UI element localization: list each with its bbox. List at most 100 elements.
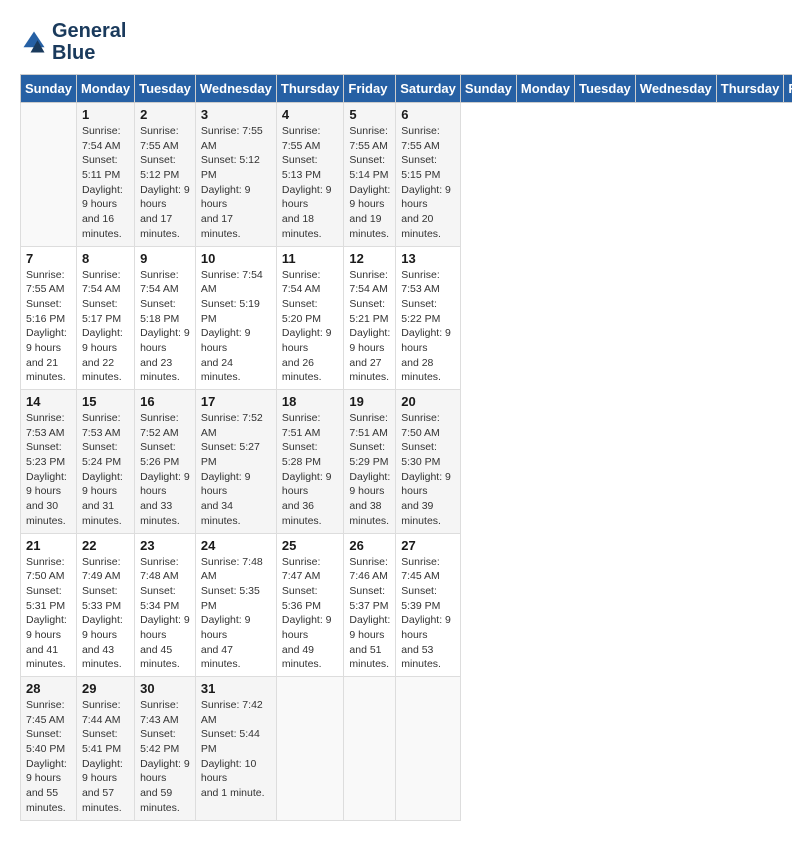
header-friday: Friday (784, 75, 792, 103)
day-number: 6 (401, 107, 455, 122)
day-number: 28 (26, 681, 71, 696)
logo-icon (20, 28, 48, 56)
calendar-cell: 25 Sunrise: 7:47 AMSunset: 5:36 PMDayligh… (276, 533, 344, 677)
day-number: 4 (282, 107, 339, 122)
calendar-week-row: 7Sunrise: 7:55 AMSunset: 5:16 PMDaylight… (21, 246, 792, 390)
calendar-cell: 19 Sunrise: 7:51 AMSunset: 5:29 PMDayligh… (344, 390, 396, 534)
day-info: Sunrise: 7:43 AMSunset: 5:42 PMDaylight:… (140, 698, 190, 816)
day-info: Sunrise: 7:52 AMSunset: 5:26 PMDaylight:… (140, 411, 190, 529)
day-info: Sunrise: 7:44 AMSunset: 5:41 PMDaylight:… (82, 698, 129, 816)
day-info: Sunrise: 7:55 AMSunset: 5:14 PMDaylight:… (349, 124, 390, 242)
header-thursday: Thursday (716, 75, 784, 103)
day-number: 22 (82, 538, 129, 553)
day-number: 19 (349, 394, 390, 409)
day-info: Sunrise: 7:47 AMSunset: 5:36 PMDaylight:… (282, 555, 339, 673)
day-number: 12 (349, 251, 390, 266)
day-number: 31 (201, 681, 271, 696)
day-number: 1 (82, 107, 129, 122)
day-info: Sunrise: 7:55 AMSunset: 5:12 PMDaylight:… (201, 124, 271, 242)
calendar-cell: 14 Sunrise: 7:53 AMSunset: 5:23 PMDayligh… (21, 390, 77, 534)
day-number: 20 (401, 394, 455, 409)
calendar-cell: 31 Sunrise: 7:42 AMSunset: 5:44 PMDayligh… (195, 677, 276, 821)
day-info: Sunrise: 7:45 AMSunset: 5:39 PMDaylight:… (401, 555, 455, 673)
day-info: Sunrise: 7:51 AMSunset: 5:29 PMDaylight:… (349, 411, 390, 529)
calendar-cell: 27 Sunrise: 7:45 AMSunset: 5:39 PMDayligh… (396, 533, 461, 677)
calendar-header-row: SundayMondayTuesdayWednesdayThursdayFrid… (21, 75, 792, 103)
day-number: 21 (26, 538, 71, 553)
header-tuesday: Tuesday (135, 75, 196, 103)
day-info: Sunrise: 7:54 AMSunset: 5:19 PMDaylight:… (201, 268, 271, 386)
calendar-cell: 13 Sunrise: 7:53 AMSunset: 5:22 PMDayligh… (396, 246, 461, 390)
day-info: Sunrise: 7:50 AMSunset: 5:30 PMDaylight:… (401, 411, 455, 529)
calendar-cell (276, 677, 344, 821)
calendar-week-row: 21 Sunrise: 7:50 AMSunset: 5:31 PMDayligh… (21, 533, 792, 677)
day-number: 26 (349, 538, 390, 553)
header-saturday: Saturday (396, 75, 461, 103)
day-number: 16 (140, 394, 190, 409)
day-info: Sunrise: 7:42 AMSunset: 5:44 PMDaylight:… (201, 698, 271, 801)
day-info: Sunrise: 7:54 AMSunset: 5:21 PMDaylight:… (349, 268, 390, 386)
calendar-cell: 2Sunrise: 7:55 AMSunset: 5:12 PMDaylight… (135, 103, 196, 247)
header-monday: Monday (516, 75, 574, 103)
header-sunday: Sunday (21, 75, 77, 103)
day-number: 23 (140, 538, 190, 553)
day-info: Sunrise: 7:53 AMSunset: 5:24 PMDaylight:… (82, 411, 129, 529)
logo-text: General Blue (52, 20, 126, 64)
day-info: Sunrise: 7:46 AMSunset: 5:37 PMDaylight:… (349, 555, 390, 673)
calendar-week-row: 14 Sunrise: 7:53 AMSunset: 5:23 PMDayligh… (21, 390, 792, 534)
day-number: 24 (201, 538, 271, 553)
day-number: 10 (201, 251, 271, 266)
calendar-cell: 23Sunrise: 7:48 AMSunset: 5:34 PMDayligh… (135, 533, 196, 677)
calendar-cell: 22 Sunrise: 7:49 AMSunset: 5:33 PMDayligh… (76, 533, 134, 677)
day-info: Sunrise: 7:53 AMSunset: 5:22 PMDaylight:… (401, 268, 455, 386)
day-number: 25 (282, 538, 339, 553)
header-wednesday: Wednesday (195, 75, 276, 103)
calendar-cell: 15 Sunrise: 7:53 AMSunset: 5:24 PMDayligh… (76, 390, 134, 534)
calendar-cell: 18 Sunrise: 7:51 AMSunset: 5:28 PMDayligh… (276, 390, 344, 534)
day-number: 9 (140, 251, 190, 266)
logo: General Blue (20, 20, 126, 64)
header-friday: Friday (344, 75, 396, 103)
page-header: General Blue (20, 20, 772, 64)
header-monday: Monday (76, 75, 134, 103)
day-number: 27 (401, 538, 455, 553)
calendar-table: SundayMondayTuesdayWednesdayThursdayFrid… (20, 74, 792, 821)
day-number: 15 (82, 394, 129, 409)
calendar-cell (344, 677, 396, 821)
calendar-cell: 24 Sunrise: 7:48 AMSunset: 5:35 PMDayligh… (195, 533, 276, 677)
day-number: 17 (201, 394, 271, 409)
calendar-cell: 1Sunrise: 7:54 AMSunset: 5:11 PMDaylight… (76, 103, 134, 247)
calendar-cell (396, 677, 461, 821)
calendar-cell: 12 Sunrise: 7:54 AMSunset: 5:21 PMDayligh… (344, 246, 396, 390)
day-info: Sunrise: 7:51 AMSunset: 5:28 PMDaylight:… (282, 411, 339, 529)
calendar-cell: 28 Sunrise: 7:45 AMSunset: 5:40 PMDayligh… (21, 677, 77, 821)
calendar-cell: 9Sunrise: 7:54 AMSunset: 5:18 PMDaylight… (135, 246, 196, 390)
day-info: Sunrise: 7:50 AMSunset: 5:31 PMDaylight:… (26, 555, 71, 673)
calendar-cell: 8Sunrise: 7:54 AMSunset: 5:17 PMDaylight… (76, 246, 134, 390)
day-number: 14 (26, 394, 71, 409)
day-number: 18 (282, 394, 339, 409)
calendar-cell: 26 Sunrise: 7:46 AMSunset: 5:37 PMDayligh… (344, 533, 396, 677)
day-info: Sunrise: 7:52 AMSunset: 5:27 PMDaylight:… (201, 411, 271, 529)
day-number: 3 (201, 107, 271, 122)
day-info: Sunrise: 7:55 AMSunset: 5:15 PMDaylight:… (401, 124, 455, 242)
day-number: 13 (401, 251, 455, 266)
day-number: 30 (140, 681, 190, 696)
calendar-cell: 21 Sunrise: 7:50 AMSunset: 5:31 PMDayligh… (21, 533, 77, 677)
calendar-cell: 7Sunrise: 7:55 AMSunset: 5:16 PMDaylight… (21, 246, 77, 390)
day-info: Sunrise: 7:55 AMSunset: 5:12 PMDaylight:… (140, 124, 190, 242)
calendar-cell (21, 103, 77, 247)
header-wednesday: Wednesday (635, 75, 716, 103)
day-info: Sunrise: 7:53 AMSunset: 5:23 PMDaylight:… (26, 411, 71, 529)
calendar-cell: 4 Sunrise: 7:55 AMSunset: 5:13 PMDaylight… (276, 103, 344, 247)
day-info: Sunrise: 7:55 AMSunset: 5:13 PMDaylight:… (282, 124, 339, 242)
calendar-week-row: 1Sunrise: 7:54 AMSunset: 5:11 PMDaylight… (21, 103, 792, 247)
calendar-cell: 3 Sunrise: 7:55 AMSunset: 5:12 PMDaylight… (195, 103, 276, 247)
day-info: Sunrise: 7:54 AMSunset: 5:20 PMDaylight:… (282, 268, 339, 386)
day-info: Sunrise: 7:45 AMSunset: 5:40 PMDaylight:… (26, 698, 71, 816)
calendar-cell: 5Sunrise: 7:55 AMSunset: 5:14 PMDaylight… (344, 103, 396, 247)
day-info: Sunrise: 7:49 AMSunset: 5:33 PMDaylight:… (82, 555, 129, 673)
calendar-cell: 30 Sunrise: 7:43 AMSunset: 5:42 PMDayligh… (135, 677, 196, 821)
calendar-cell: 11Sunrise: 7:54 AMSunset: 5:20 PMDayligh… (276, 246, 344, 390)
day-info: Sunrise: 7:48 AMSunset: 5:35 PMDaylight:… (201, 555, 271, 673)
